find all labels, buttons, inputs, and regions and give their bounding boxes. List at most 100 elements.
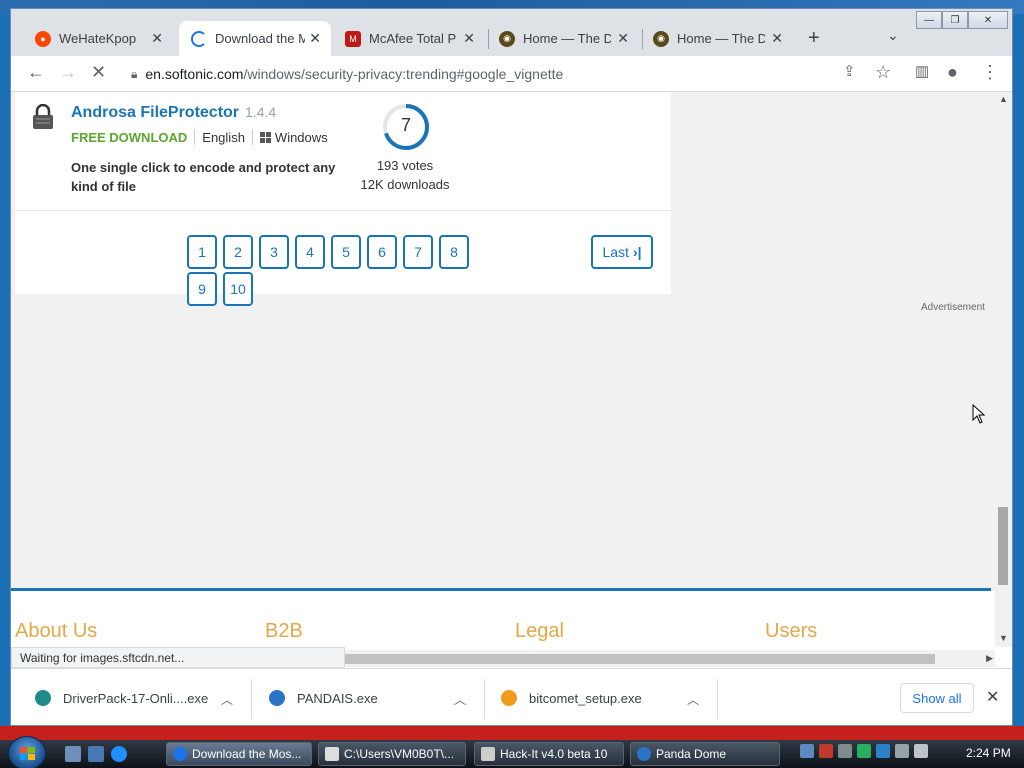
dome-icon: ◉ <box>653 30 669 47</box>
app-name[interactable]: Androsa FileProtector <box>71 104 239 121</box>
close-window-button[interactable]: ✕ <box>968 11 1008 29</box>
back-arrow-icon[interactable]: ← <box>27 62 45 83</box>
page-button-2[interactable]: 2 <box>223 235 253 269</box>
app-version: 1.4.4 <box>245 104 277 120</box>
close-download-shelf-icon[interactable]: ✕ <box>986 687 999 707</box>
scroll-down-arrow-icon[interactable]: ▼ <box>999 633 1008 643</box>
taskbar-item-chrome[interactable]: Download the Mos... <box>166 742 312 766</box>
taskbar-item-hackit[interactable]: Hack-It v4.0 beta 10 <box>474 742 624 766</box>
page-button-8[interactable]: 8 <box>439 235 469 269</box>
taskbar-item-label: Panda Dome <box>656 747 727 761</box>
close-tab-icon[interactable]: ✕ <box>151 30 163 47</box>
profile-avatar-icon[interactable]: ● <box>947 62 958 83</box>
close-tab-icon[interactable]: ✕ <box>463 30 475 47</box>
tab-title: Home — The Do <box>523 31 611 46</box>
address-bar[interactable]: 🔒︎ en.softonic.com/windows/security-priv… <box>119 59 899 89</box>
download-shelf: DriverPack-17-Onli....exe ︿ PANDAIS.exe … <box>11 668 1012 725</box>
page-button-9[interactable]: 9 <box>187 272 217 306</box>
start-button[interactable] <box>8 736 46 768</box>
tab-bar: ● WeHateKpop ✕ Download the M ✕ M McAfee… <box>11 9 1012 56</box>
side-panel-icon[interactable]: ▥ <box>915 62 929 80</box>
download-item-pandais[interactable]: PANDAIS.exe <box>269 683 378 713</box>
padlock-icon <box>33 104 53 129</box>
license-badge: FREE DOWNLOAD <box>71 129 188 145</box>
download-item-driverpack[interactable]: DriverPack-17-Onli....exe <box>35 683 208 713</box>
scrollbar-thumb[interactable] <box>998 507 1008 585</box>
horizontal-scrollbar[interactable]: ▶ <box>345 650 995 667</box>
page-button-6[interactable]: 6 <box>367 235 397 269</box>
tray-alert-icon[interactable] <box>819 744 833 758</box>
hackit-icon <box>481 747 495 761</box>
bitcomet-file-icon <box>501 690 517 706</box>
tab-softonic[interactable]: Download the M ✕ <box>179 21 331 56</box>
page-button-3[interactable]: 3 <box>259 235 289 269</box>
switch-windows-icon[interactable] <box>88 746 104 762</box>
tab-search-chevron-icon[interactable]: ⌄ <box>887 27 899 44</box>
close-tab-icon[interactable]: ✕ <box>617 30 629 47</box>
download-item-bitcomet[interactable]: bitcomet_setup.exe <box>501 683 642 713</box>
taskbar-item-panda[interactable]: Panda Dome <box>630 742 780 766</box>
advertisement-label: Advertisement <box>921 302 985 313</box>
panda-file-icon <box>269 690 285 706</box>
taskbar-item-7zip[interactable]: C:\Users\VM0B0T\... <box>318 742 466 766</box>
tray-antivirus-icon[interactable] <box>857 744 871 758</box>
loading-spinner-icon <box>191 30 207 47</box>
forward-arrow-icon[interactable]: → <box>59 62 77 83</box>
status-bubble: Waiting for images.sftcdn.net... <box>11 647 345 668</box>
mouse-cursor-icon <box>972 404 986 424</box>
tab-home-dome-1[interactable]: ◉ Home — The Do ✕ <box>487 21 639 56</box>
close-tab-icon[interactable]: ✕ <box>309 30 321 47</box>
last-page-button[interactable]: Last ›| <box>591 235 653 269</box>
scroll-up-arrow-icon[interactable]: ▲ <box>999 94 1008 104</box>
download-filename: PANDAIS.exe <box>297 690 378 706</box>
tab-wehatekpop[interactable]: ● WeHateKpop ✕ <box>23 21 173 56</box>
tab-title: Home — The Do <box>677 31 765 46</box>
horizontal-scrollbar-thumb[interactable] <box>345 654 935 664</box>
menu-kebab-icon[interactable]: ⋮ <box>981 62 999 83</box>
show-all-downloads-button[interactable]: Show all <box>900 683 974 713</box>
page-button-5[interactable]: 5 <box>331 235 361 269</box>
footer-heading-about-us: About Us <box>15 620 98 642</box>
share-icon[interactable]: ⇪ <box>843 62 856 80</box>
download-filename: bitcomet_setup.exe <box>529 690 642 706</box>
tray-volume-muted-icon[interactable] <box>914 744 928 758</box>
platform-label: Windows <box>274 129 328 145</box>
lock-icon[interactable]: 🔒︎ <box>131 67 137 82</box>
meta-divider <box>194 129 196 145</box>
rating-score: 7 <box>400 115 411 135</box>
taskbar-clock[interactable]: 2:24 PM <box>966 746 1011 760</box>
tab-title: WeHateKpop <box>59 31 137 46</box>
scroll-right-arrow-icon[interactable]: ▶ <box>986 653 993 664</box>
stop-loading-icon[interactable]: ✕ <box>91 62 106 83</box>
page-button-7[interactable]: 7 <box>403 235 433 269</box>
show-desktop-icon[interactable] <box>65 746 81 762</box>
bookmark-star-icon[interactable]: ☆ <box>875 62 891 83</box>
driverpack-file-icon <box>35 690 51 706</box>
browser-window: ● WeHateKpop ✕ Download the M ✕ M McAfee… <box>10 8 1013 726</box>
tray-network-icon[interactable] <box>895 744 909 758</box>
tray-monitor-icon[interactable] <box>876 744 890 758</box>
tab-home-dome-2[interactable]: ◉ Home — The Do ✕ <box>641 21 793 56</box>
votes-count: 193 votes <box>376 158 434 173</box>
page-button-4[interactable]: 4 <box>295 235 325 269</box>
tab-mcafee[interactable]: M McAfee Total Pro ✕ <box>333 21 485 56</box>
minimize-button[interactable]: — <box>916 11 942 29</box>
chevron-up-icon[interactable]: ︿ <box>687 691 699 708</box>
new-tab-icon[interactable]: + <box>808 27 820 50</box>
app-meta-row: FREE DOWNLOAD English Windows <box>71 129 328 145</box>
tab-title: McAfee Total Pro <box>369 31 457 46</box>
restore-button[interactable]: ❐ <box>942 11 968 29</box>
chevron-up-icon[interactable]: ︿ <box>454 691 466 708</box>
page-button-1[interactable]: 1 <box>187 235 217 269</box>
download-separator <box>251 679 252 719</box>
close-tab-icon[interactable]: ✕ <box>771 30 783 47</box>
tray-security-icon[interactable] <box>800 744 814 758</box>
internet-explorer-icon[interactable] <box>111 746 127 762</box>
page-button-10[interactable]: 10 <box>223 272 253 306</box>
tray-app-icon[interactable] <box>838 744 852 758</box>
vertical-scrollbar[interactable]: ▲ ▼ <box>995 92 1012 647</box>
chevron-up-icon[interactable]: ︿ <box>221 691 233 708</box>
app-title-link[interactable]: Androsa FileProtector 1.4.4 <box>71 104 276 122</box>
url-host: en.softonic.com <box>145 66 244 82</box>
7zip-icon <box>325 747 339 761</box>
